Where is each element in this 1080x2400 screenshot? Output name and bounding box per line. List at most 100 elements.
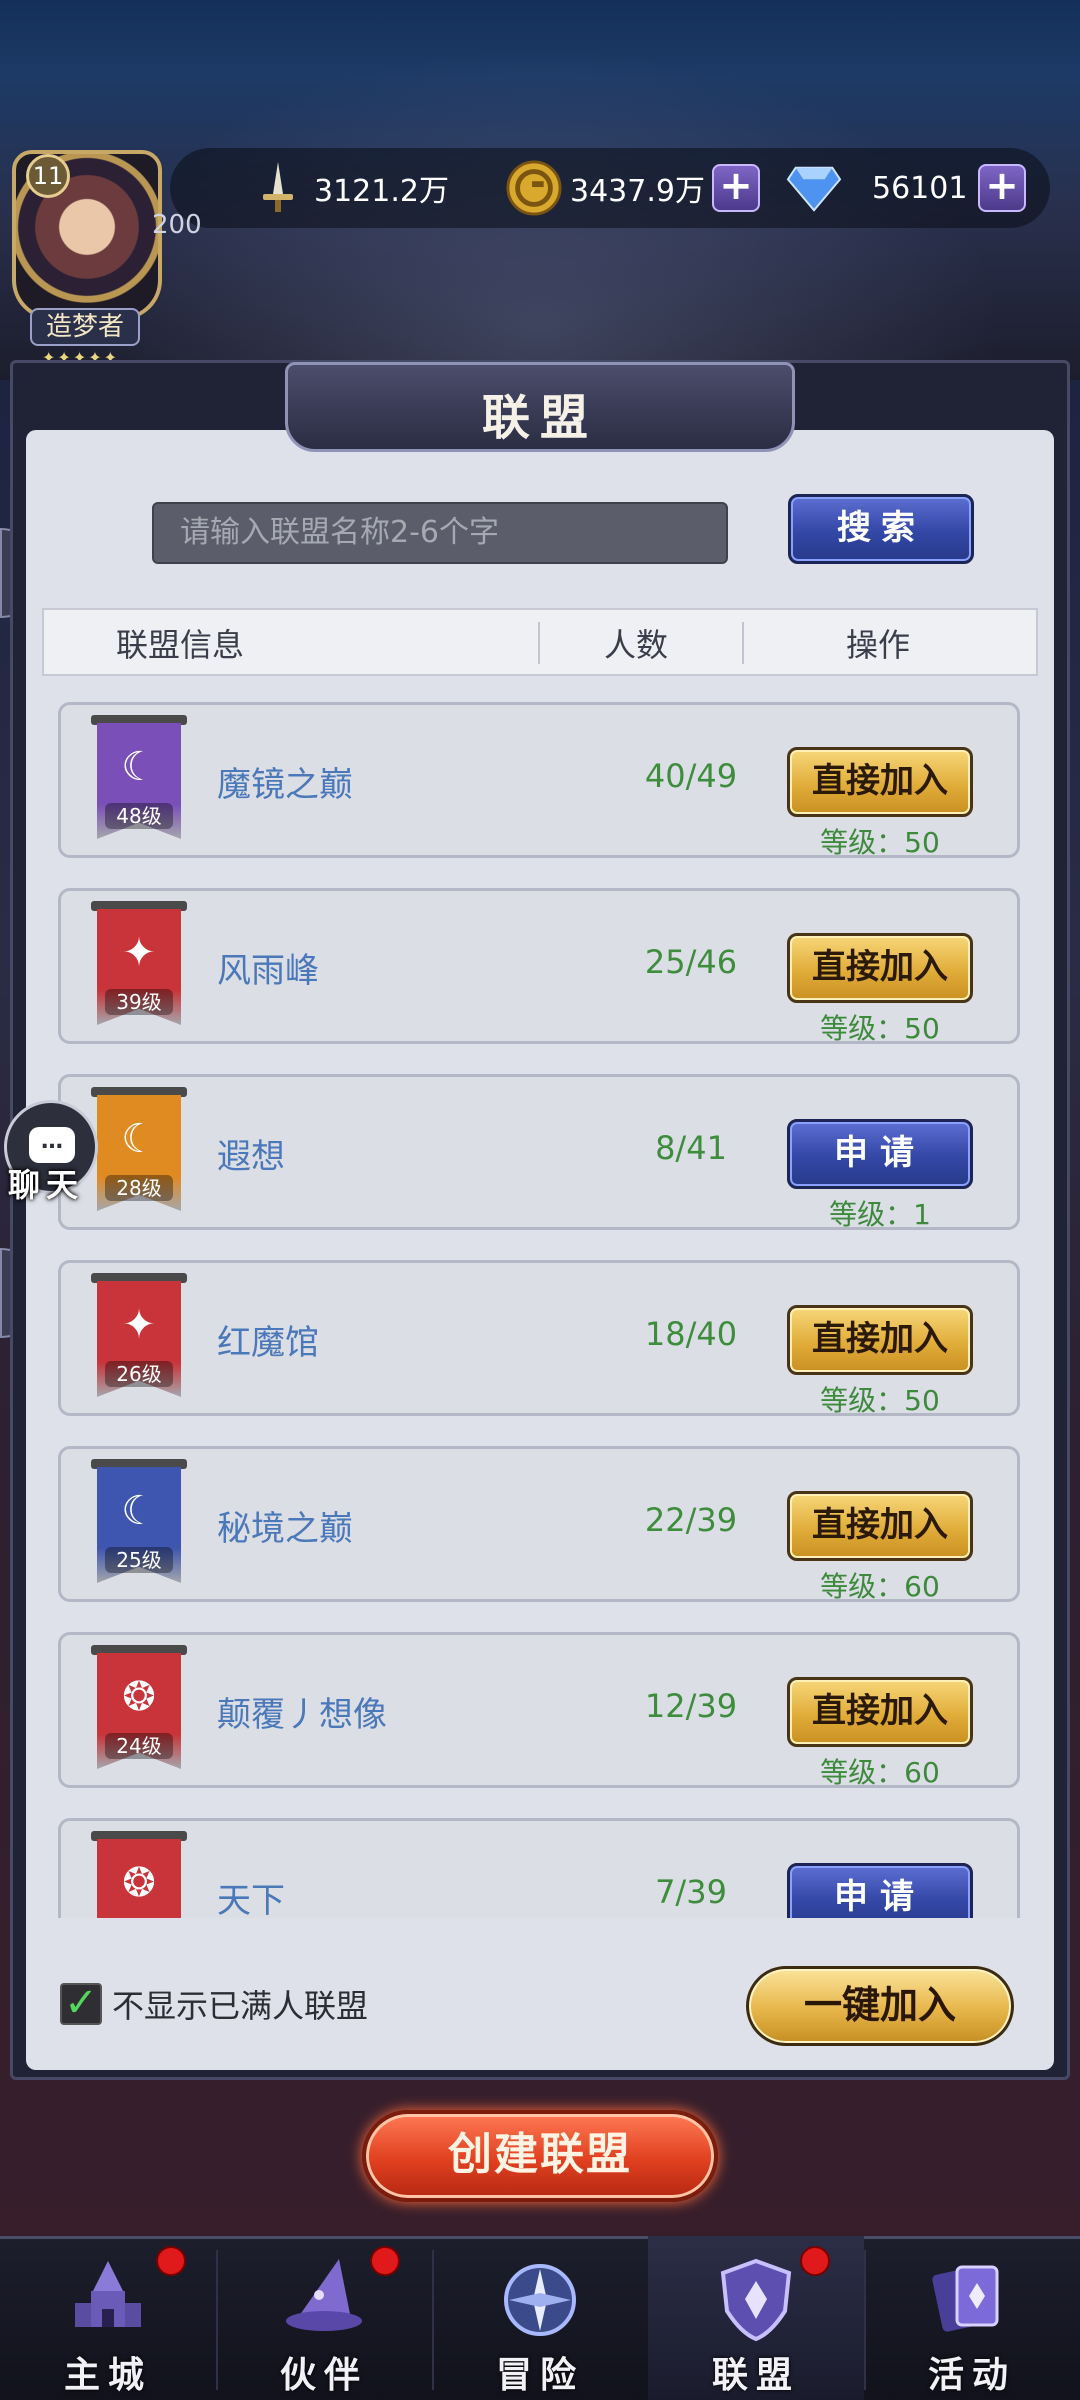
player-title: 造梦者 <box>30 308 140 346</box>
join-button[interactable]: 直接加入 <box>787 1305 973 1375</box>
player-avatar[interactable]: 11 造梦者 ✦✦✦✦✦ <box>4 150 164 367</box>
create-alliance-button[interactable]: 创建联盟 <box>362 2110 718 2202</box>
shield-icon <box>706 2250 806 2350</box>
alliance-members: 8/41 <box>655 1129 727 1167</box>
alliance-row[interactable]: ✦ 39级 风雨峰 25/46 直接加入 等级：50 <box>58 888 1020 1045</box>
nav-label: 活动 <box>927 2355 1016 2396</box>
player-number: 200 <box>152 210 202 240</box>
diamond-icon <box>786 160 842 216</box>
alliance-level-tag: 25级 <box>105 1547 173 1573</box>
alliance-flag: ✦ 26级 <box>91 1273 187 1401</box>
level-requirement: 等级：1 <box>829 1198 931 1231</box>
one-key-join-button[interactable]: 一键加入 <box>746 1966 1014 2046</box>
alliance-name: 红魔馆 <box>217 1323 319 1363</box>
notification-badge <box>800 2246 830 2276</box>
nav-label: 伙伴 <box>279 2355 368 2396</box>
search-input[interactable]: 请输入联盟名称2-6个字 <box>152 502 728 564</box>
column-actions: 操作 <box>846 626 911 664</box>
level-requirement: 等级：60 <box>820 1570 940 1603</box>
level-requirement: 等级：60 <box>820 1756 940 1789</box>
alliance-flag: ✦ 39级 <box>91 901 187 1029</box>
nav-alliance[interactable]: 联盟 <box>648 2236 864 2400</box>
alliance-list[interactable]: ☾ 48级 魔镜之巅 40/49 直接加入 等级：50 ✦ 39级 风雨峰 25… <box>42 690 1038 1918</box>
join-button[interactable]: 直接加入 <box>787 1491 973 1561</box>
alliance-name: 颠覆丿想像 <box>217 1695 387 1735</box>
power-value: 3121.2万 <box>314 174 449 209</box>
alliance-members: 40/49 <box>644 757 738 795</box>
level-requirement: 等级：50 <box>820 826 940 859</box>
apply-button[interactable]: 申请 <box>787 1119 973 1189</box>
cards-icon <box>922 2250 1022 2350</box>
alliance-name: 魔镜之巅 <box>217 765 353 805</box>
checkmark-icon[interactable]: ✓ <box>60 1983 102 2025</box>
alliance-level-tag: 48级 <box>105 803 173 829</box>
gold-value: 3437.9万 <box>570 174 705 209</box>
moon-emblem-icon: ☾ <box>121 1488 157 1534</box>
power-resource: 3121.2万 <box>250 158 449 218</box>
alliance-flag: ❂ 24级 <box>91 1645 187 1773</box>
level-requirement: 等级：50 <box>820 1012 940 1045</box>
column-divider <box>538 622 540 664</box>
alliance-flag: ☾ 25级 <box>91 1459 187 1587</box>
notification-badge <box>156 2246 186 2276</box>
alliance-flag: ☾ 48级 <box>91 715 187 843</box>
flame-emblem-icon: ❂ <box>122 1860 156 1906</box>
hide-full-label: 不显示已满人联盟 <box>112 1987 369 2025</box>
join-button[interactable]: 直接加入 <box>787 933 973 1003</box>
column-members: 人数 <box>604 626 669 664</box>
chat-bubble-icon: … <box>29 1127 75 1163</box>
column-alliance-info: 联盟信息 <box>116 626 245 664</box>
search-button[interactable]: 搜索 <box>788 494 974 564</box>
alliance-row[interactable]: ✦ 26级 红魔馆 18/40 直接加入 等级：50 <box>58 1260 1020 1417</box>
join-button[interactable]: 直接加入 <box>787 1677 973 1747</box>
chat-label: 聊天 <box>8 1166 85 1204</box>
nav-main-city[interactable]: 主城 <box>0 2236 216 2400</box>
nav-label: 冒险 <box>495 2355 584 2396</box>
alliance-row[interactable]: ☾ 28级 遐想 8/41 申请 等级：1 <box>58 1074 1020 1231</box>
alliance-name: 遐想 <box>217 1137 285 1177</box>
alliance-members: 25/46 <box>644 943 738 981</box>
hide-full-toggle[interactable]: ✓ 不显示已满人联盟 <box>60 1980 368 2028</box>
alliance-row[interactable]: ❂ 24级 颠覆丿想像 12/39 直接加入 等级：60 <box>58 1632 1020 1789</box>
moon-emblem-icon: ☾ <box>121 1116 157 1162</box>
nav-label: 主城 <box>63 2355 152 2396</box>
wizard-hat-icon <box>274 2250 374 2350</box>
notification-badge <box>370 2246 400 2276</box>
alliance-row[interactable]: ☾ 48级 魔镜之巅 40/49 直接加入 等级：50 <box>58 702 1020 859</box>
alliance-members: 18/40 <box>644 1315 738 1353</box>
moon-emblem-icon: ☾ <box>121 744 157 790</box>
gold-resource: 3437.9万 <box>506 158 705 218</box>
alliance-flag: ❂ <box>91 1831 187 1918</box>
join-button[interactable]: 直接加入 <box>787 747 973 817</box>
alliance-members: 12/39 <box>644 1687 738 1725</box>
diamond-resource: 56101 <box>786 158 967 218</box>
compass-icon <box>490 2250 590 2350</box>
nav-adventure[interactable]: 冒险 <box>432 2236 648 2400</box>
apply-button[interactable]: 申请 <box>787 1863 973 1918</box>
castle-icon <box>58 2250 158 2350</box>
alliance-row[interactable]: ☾ 25级 秘境之巅 22/39 直接加入 等级：60 <box>58 1446 1020 1603</box>
add-gold-button[interactable]: + <box>712 164 760 212</box>
column-divider <box>742 622 744 664</box>
bird-emblem-icon: ✦ <box>122 1302 156 1348</box>
level-requirement: 等级：50 <box>820 1384 940 1417</box>
alliance-level-tag: 28级 <box>105 1175 173 1201</box>
flame-emblem-icon: ❂ <box>122 1674 156 1720</box>
player-level-badge: 11 <box>26 154 70 198</box>
nav-label: 联盟 <box>711 2355 800 2396</box>
panel-title: 联盟 <box>481 390 598 446</box>
nav-events[interactable]: 活动 <box>864 2236 1080 2400</box>
alliance-name: 秘境之巅 <box>217 1509 353 1549</box>
alliance-row[interactable]: ❂ 天下 7/39 申请 <box>58 1818 1020 1918</box>
alliance-members: 7/39 <box>655 1873 727 1911</box>
add-diamond-button[interactable]: + <box>978 164 1026 212</box>
alliance-level-tag: 39级 <box>105 989 173 1015</box>
alliance-members: 22/39 <box>644 1501 738 1539</box>
alliance-level-tag: 24级 <box>105 1733 173 1759</box>
alliance-name: 风雨峰 <box>217 951 319 991</box>
alliance-name: 天下 <box>217 1881 285 1918</box>
bird-emblem-icon: ✦ <box>122 930 156 976</box>
diamond-value: 56101 <box>872 170 968 206</box>
nav-partners[interactable]: 伙伴 <box>216 2236 432 2400</box>
alliance-level-tag: 26级 <box>105 1361 173 1387</box>
